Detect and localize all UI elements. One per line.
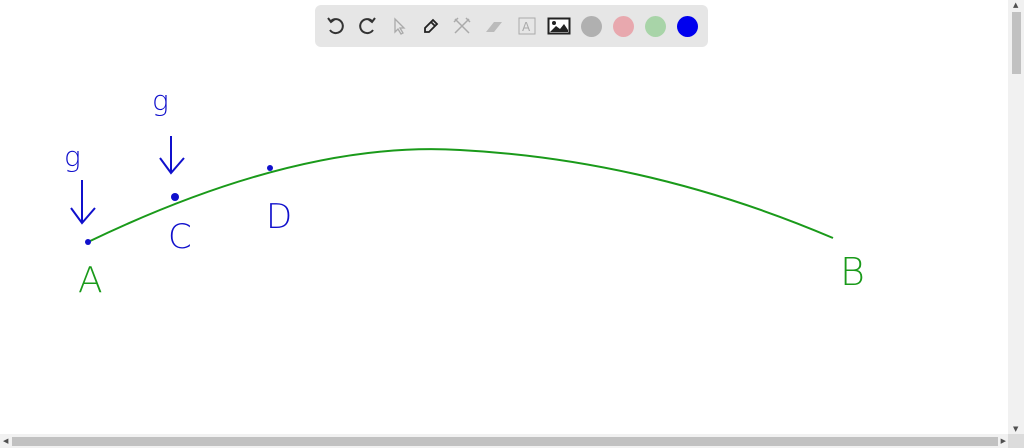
point-C — [171, 193, 179, 201]
image-button[interactable] — [543, 10, 575, 42]
pen-button[interactable] — [415, 10, 447, 42]
scroll-down-icon[interactable]: ▼ — [1013, 425, 1018, 433]
label-A: A — [78, 260, 103, 301]
redo-button[interactable] — [351, 10, 383, 42]
label-g-C: g — [152, 84, 169, 117]
tools-icon — [453, 17, 471, 34]
undo-button[interactable] — [320, 10, 352, 42]
color-pink[interactable] — [607, 10, 639, 42]
select-icon — [394, 17, 406, 35]
text-button[interactable]: A — [511, 10, 543, 42]
scroll-left-icon[interactable]: ◀ — [3, 437, 8, 445]
point-A — [85, 239, 91, 245]
scroll-right-icon[interactable]: ▶ — [1001, 437, 1006, 445]
image-icon — [547, 17, 571, 35]
svg-text:A: A — [522, 20, 531, 34]
color-gray[interactable] — [575, 10, 607, 42]
label-D: D — [266, 197, 292, 237]
vertical-scroll-thumb[interactable] — [1012, 12, 1021, 74]
pen-icon — [424, 18, 439, 33]
horizontal-scrollbar[interactable]: ◀ ▶ — [0, 434, 1008, 448]
color-green[interactable] — [639, 10, 671, 42]
eraser-icon — [486, 22, 502, 32]
redo-icon — [359, 17, 376, 35]
curve-AB — [87, 148, 834, 243]
label-C: C — [168, 217, 192, 257]
color-blue[interactable] — [671, 10, 703, 42]
label-g-A: g — [64, 140, 81, 173]
undo-icon — [327, 17, 344, 35]
scroll-up-icon[interactable]: ▲ — [1013, 1, 1018, 9]
toolbar: A — [315, 5, 708, 47]
arrow-down-A — [70, 180, 96, 225]
point-D — [267, 165, 273, 171]
horizontal-scroll-thumb[interactable] — [12, 437, 998, 446]
drawing-canvas[interactable]: g g A C D B — [0, 0, 1008, 434]
label-B: B — [840, 250, 865, 294]
scrollbar-corner — [1008, 434, 1024, 448]
text-icon: A — [518, 17, 536, 35]
tools-button[interactable] — [446, 10, 478, 42]
arrow-down-C — [159, 136, 185, 175]
vertical-scrollbar[interactable]: ▲ ▼ — [1008, 0, 1024, 434]
select-button[interactable] — [383, 10, 415, 42]
eraser-button[interactable] — [478, 10, 510, 42]
